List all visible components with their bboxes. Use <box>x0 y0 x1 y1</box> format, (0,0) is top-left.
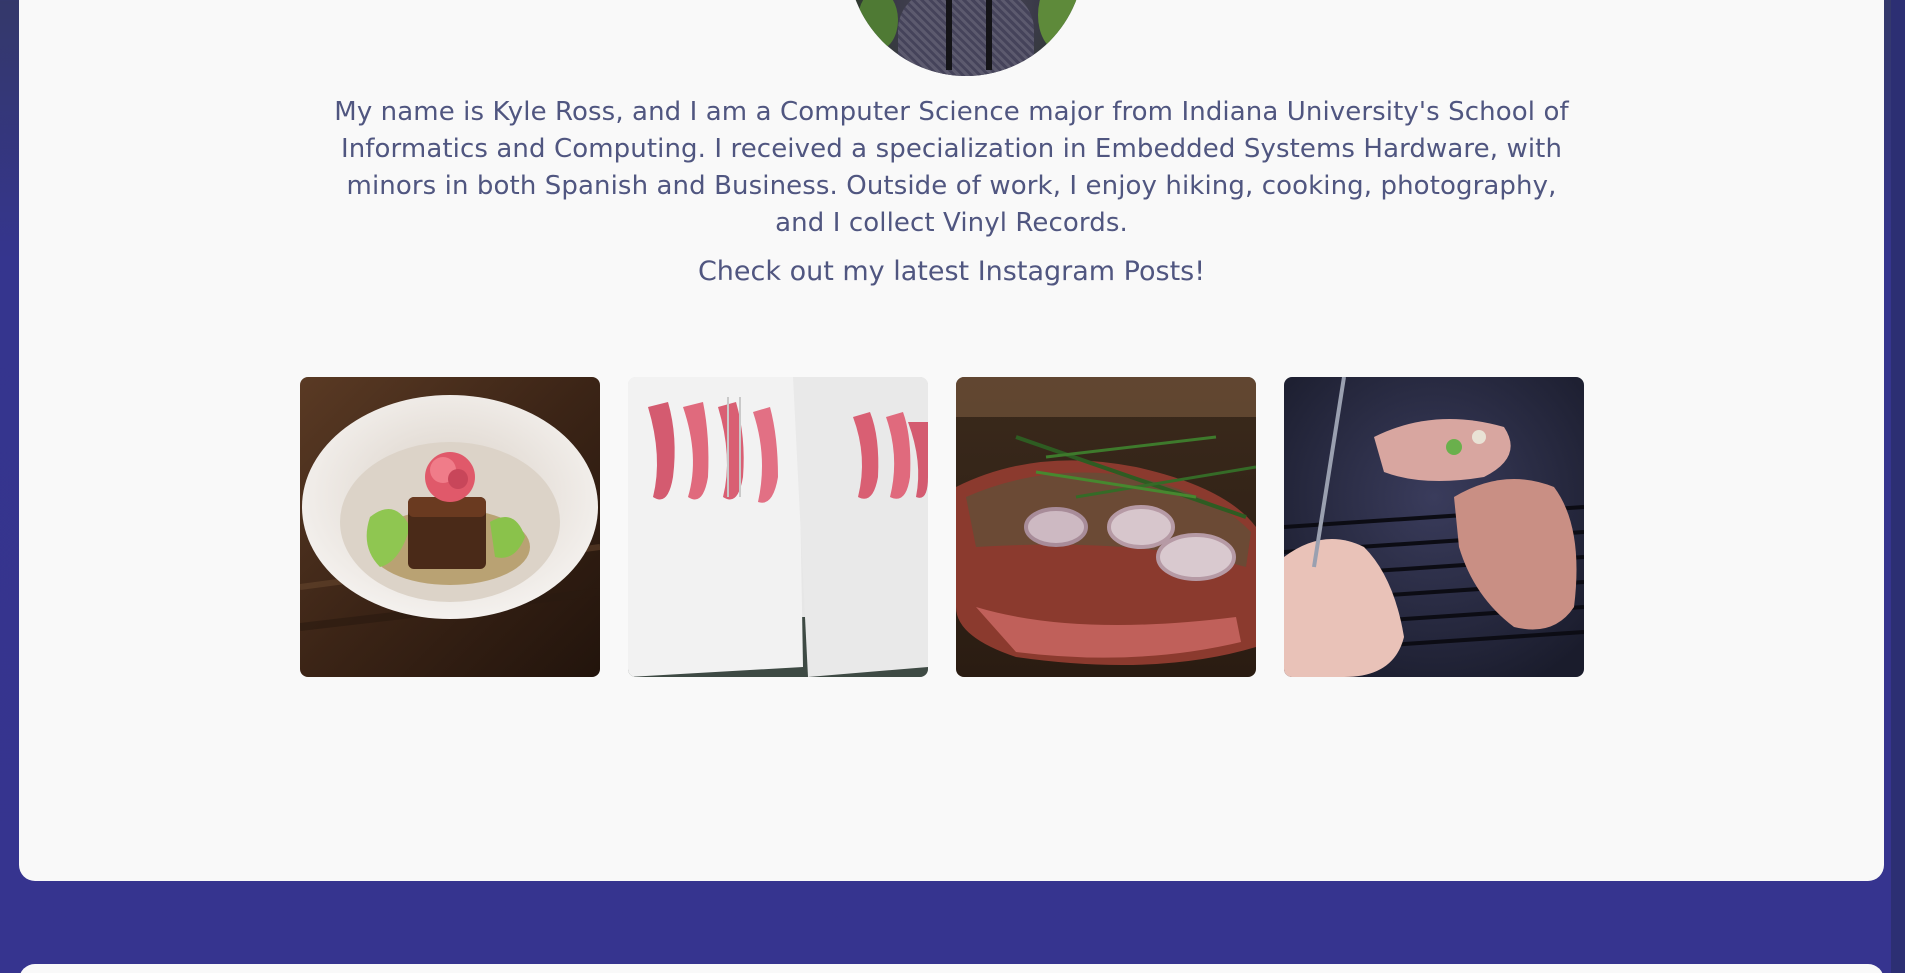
instagram-post-grilled-chicken[interactable] <box>1284 377 1584 677</box>
instagram-heading: Check out my latest Instagram Posts! <box>697 256 1206 287</box>
instagram-post-steak-rosemary[interactable] <box>956 377 1256 677</box>
bio-text: My name is Kyle Ross, and I am a Compute… <box>334 97 1569 238</box>
instagram-feed <box>300 377 1585 677</box>
profile-avatar <box>848 0 1084 76</box>
next-section-card <box>19 964 1884 973</box>
page-scrollbar[interactable] <box>1891 0 1905 973</box>
instagram-post-food-bowl[interactable] <box>300 377 600 677</box>
instagram-post-hoodies[interactable] <box>628 377 928 677</box>
